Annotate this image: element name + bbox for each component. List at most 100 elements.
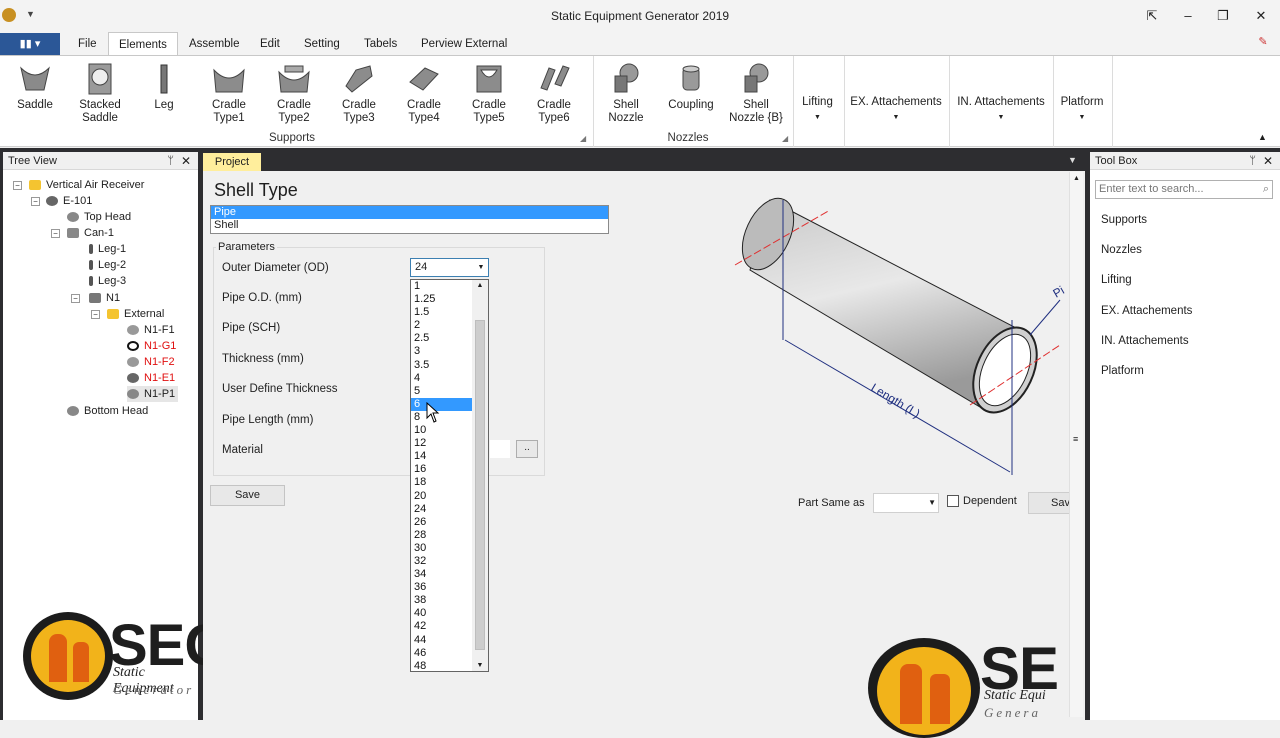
scroll-thumb[interactable] xyxy=(475,320,485,650)
save-part-button[interactable]: Save xyxy=(1028,492,1074,514)
gasket-icon xyxy=(127,341,139,352)
toolbox-item-platform[interactable]: Platform xyxy=(1101,365,1144,377)
tree-node[interactable]: N1-F2 xyxy=(127,354,175,370)
cradle-type4-button[interactable]: Cradle Type4 xyxy=(394,56,454,136)
tree-node[interactable]: Leg-2 xyxy=(89,257,126,273)
diameter-label: Pi xyxy=(1051,283,1067,300)
cradle-type5-button[interactable]: Cradle Type5 xyxy=(459,56,519,136)
document-scrollbar[interactable]: ▲ ≡ xyxy=(1069,172,1083,717)
pin-icon[interactable]: ᛘ xyxy=(1249,152,1256,170)
saddle-button[interactable]: Saddle xyxy=(5,56,65,136)
material-field[interactable] xyxy=(490,440,510,458)
list-item[interactable]: Pipe xyxy=(211,206,608,219)
coupling-button[interactable]: Coupling xyxy=(661,56,721,136)
toolbox-item-ex-attachements[interactable]: EX. Attachements xyxy=(1101,305,1192,317)
tree-node[interactable]: N1 xyxy=(89,290,120,306)
tree-node[interactable]: Top Head xyxy=(67,209,131,225)
scroll-down-icon[interactable]: ▼ xyxy=(472,662,488,669)
tab-edit[interactable]: Edit xyxy=(250,32,290,55)
outer-diameter-dropdown-list[interactable]: 1 1.25 1.5 2 2.5 3 3.5 4 5 6 8 10 12 14 16 18 20 24 26 28 30… xyxy=(410,279,489,672)
group-divider xyxy=(1112,56,1113,147)
coupling-icon xyxy=(674,62,708,96)
part-same-as-select[interactable]: ▼ xyxy=(873,493,939,513)
vessel-icon xyxy=(46,196,58,207)
close-icon[interactable]: ✕ xyxy=(1263,152,1273,170)
save-button[interactable]: Save xyxy=(210,485,285,506)
dropdown-option[interactable]: 6 xyxy=(411,397,472,411)
tab-elements[interactable]: Elements xyxy=(108,32,178,55)
toolbox-header: Tool Box ᛘ ✕ xyxy=(1090,152,1280,170)
leg-icon xyxy=(89,276,93,287)
cradle-type2-button[interactable]: Cradle Type2 xyxy=(264,56,324,136)
tree-node[interactable]: Leg-3 xyxy=(89,273,126,289)
toolbox-item-in-attachements[interactable]: IN. Attachements xyxy=(1101,335,1189,347)
search-icon[interactable]: ⌕ xyxy=(1263,181,1269,198)
application-menu-button[interactable]: ▮▮ ▾ xyxy=(0,33,60,55)
collapse-icon[interactable]: − xyxy=(31,197,40,206)
cradle-type1-button[interactable]: Cradle Type1 xyxy=(199,56,259,136)
maximize-icon[interactable]: ❐ xyxy=(1212,6,1234,26)
collapse-ribbon-icon[interactable]: ▲ xyxy=(1258,132,1267,142)
tree-node[interactable]: Vertical Air Receiver xyxy=(29,177,144,193)
tree-node[interactable]: Can-1 xyxy=(67,225,114,241)
toolbox-item-lifting[interactable]: Lifting xyxy=(1101,274,1132,286)
list-item[interactable]: Shell xyxy=(211,219,608,232)
tree-node[interactable]: N1-F1 xyxy=(127,322,175,338)
tree-node[interactable]: Leg-1 xyxy=(89,241,126,257)
doc-dropdown-icon[interactable]: ▼ xyxy=(1068,155,1077,165)
tab-assemble[interactable]: Assemble xyxy=(179,32,250,55)
logo-tagline: Generator xyxy=(113,682,195,697)
cradle-type6-button[interactable]: Cradle Type6 xyxy=(524,56,584,136)
close-icon[interactable]: ✕ xyxy=(181,152,191,170)
elbow-icon xyxy=(127,373,139,384)
minimize-icon[interactable]: – xyxy=(1177,6,1199,26)
tab-project[interactable]: Project xyxy=(203,153,261,171)
material-browse-button[interactable]: .. xyxy=(516,440,538,458)
logo-tagline: Static Equi xyxy=(984,688,1046,703)
collapse-icon[interactable]: − xyxy=(91,310,100,319)
dropdown-scrollbar[interactable]: ▲ ▼ xyxy=(472,280,488,671)
restore-up-icon[interactable]: ⇱ xyxy=(1141,6,1163,26)
tree-node[interactable]: External xyxy=(107,306,164,322)
leg-button[interactable]: Leg xyxy=(134,56,194,136)
edit-pen-icon[interactable]: ✎ xyxy=(1252,32,1274,52)
group-launcher-icon[interactable]: ◢ xyxy=(782,134,788,143)
collapse-icon[interactable]: − xyxy=(13,181,22,190)
shell-nozzle-button[interactable]: Shell Nozzle xyxy=(596,56,656,136)
cradle-icon xyxy=(342,62,376,96)
tree-node[interactable]: Bottom Head xyxy=(67,403,148,419)
shell-nozzle-b-button[interactable]: Shell Nozzle {B} xyxy=(726,56,786,136)
tree-node[interactable]: E-101 xyxy=(46,193,92,209)
tab-setting[interactable]: Setting xyxy=(294,32,350,55)
leg-icon xyxy=(147,62,181,96)
outer-diameter-select[interactable]: 24 ▼ xyxy=(410,258,489,277)
saddle-icon xyxy=(18,62,52,96)
tab-tabels[interactable]: Tabels xyxy=(354,32,407,55)
cradle-type3-button[interactable]: Cradle Type3 xyxy=(329,56,389,136)
toolbox-search-input[interactable]: Enter text to search... ⌕ xyxy=(1095,180,1273,199)
dependent-checkbox[interactable] xyxy=(947,495,959,507)
pin-icon[interactable]: ᛘ xyxy=(167,152,174,170)
length-label: Length (L) xyxy=(868,381,922,421)
tab-perview-external[interactable]: Perview External xyxy=(411,32,517,55)
group-launcher-icon[interactable]: ◢ xyxy=(580,134,586,143)
group-divider xyxy=(844,56,845,147)
chevron-down-icon: ▼ xyxy=(477,264,485,271)
scroll-up-icon[interactable]: ▲ xyxy=(472,282,488,289)
tree-node[interactable]: N1-E1 xyxy=(127,370,175,386)
scroll-up-icon[interactable]: ▲ xyxy=(1070,175,1083,182)
collapse-icon[interactable]: − xyxy=(51,229,60,238)
logo-tagline: Genera xyxy=(984,705,1041,720)
group-label-supports: Supports xyxy=(268,132,316,144)
shell-type-list[interactable]: Pipe Shell xyxy=(210,205,609,234)
stacked-saddle-button[interactable]: Stacked Saddle xyxy=(70,56,130,136)
collapse-icon[interactable]: − xyxy=(71,294,80,303)
group-divider xyxy=(1053,56,1054,147)
toolbox-item-nozzles[interactable]: Nozzles xyxy=(1101,244,1142,256)
close-icon[interactable]: ✕ xyxy=(1250,6,1272,26)
tree-node[interactable]: N1-G1 xyxy=(127,338,176,354)
scroll-grip-icon[interactable]: ≡ xyxy=(1073,434,1078,444)
tree-node-selected[interactable]: N1-P1 xyxy=(127,386,179,402)
toolbox-item-supports[interactable]: Supports xyxy=(1101,214,1147,226)
tab-file[interactable]: File xyxy=(68,32,107,55)
